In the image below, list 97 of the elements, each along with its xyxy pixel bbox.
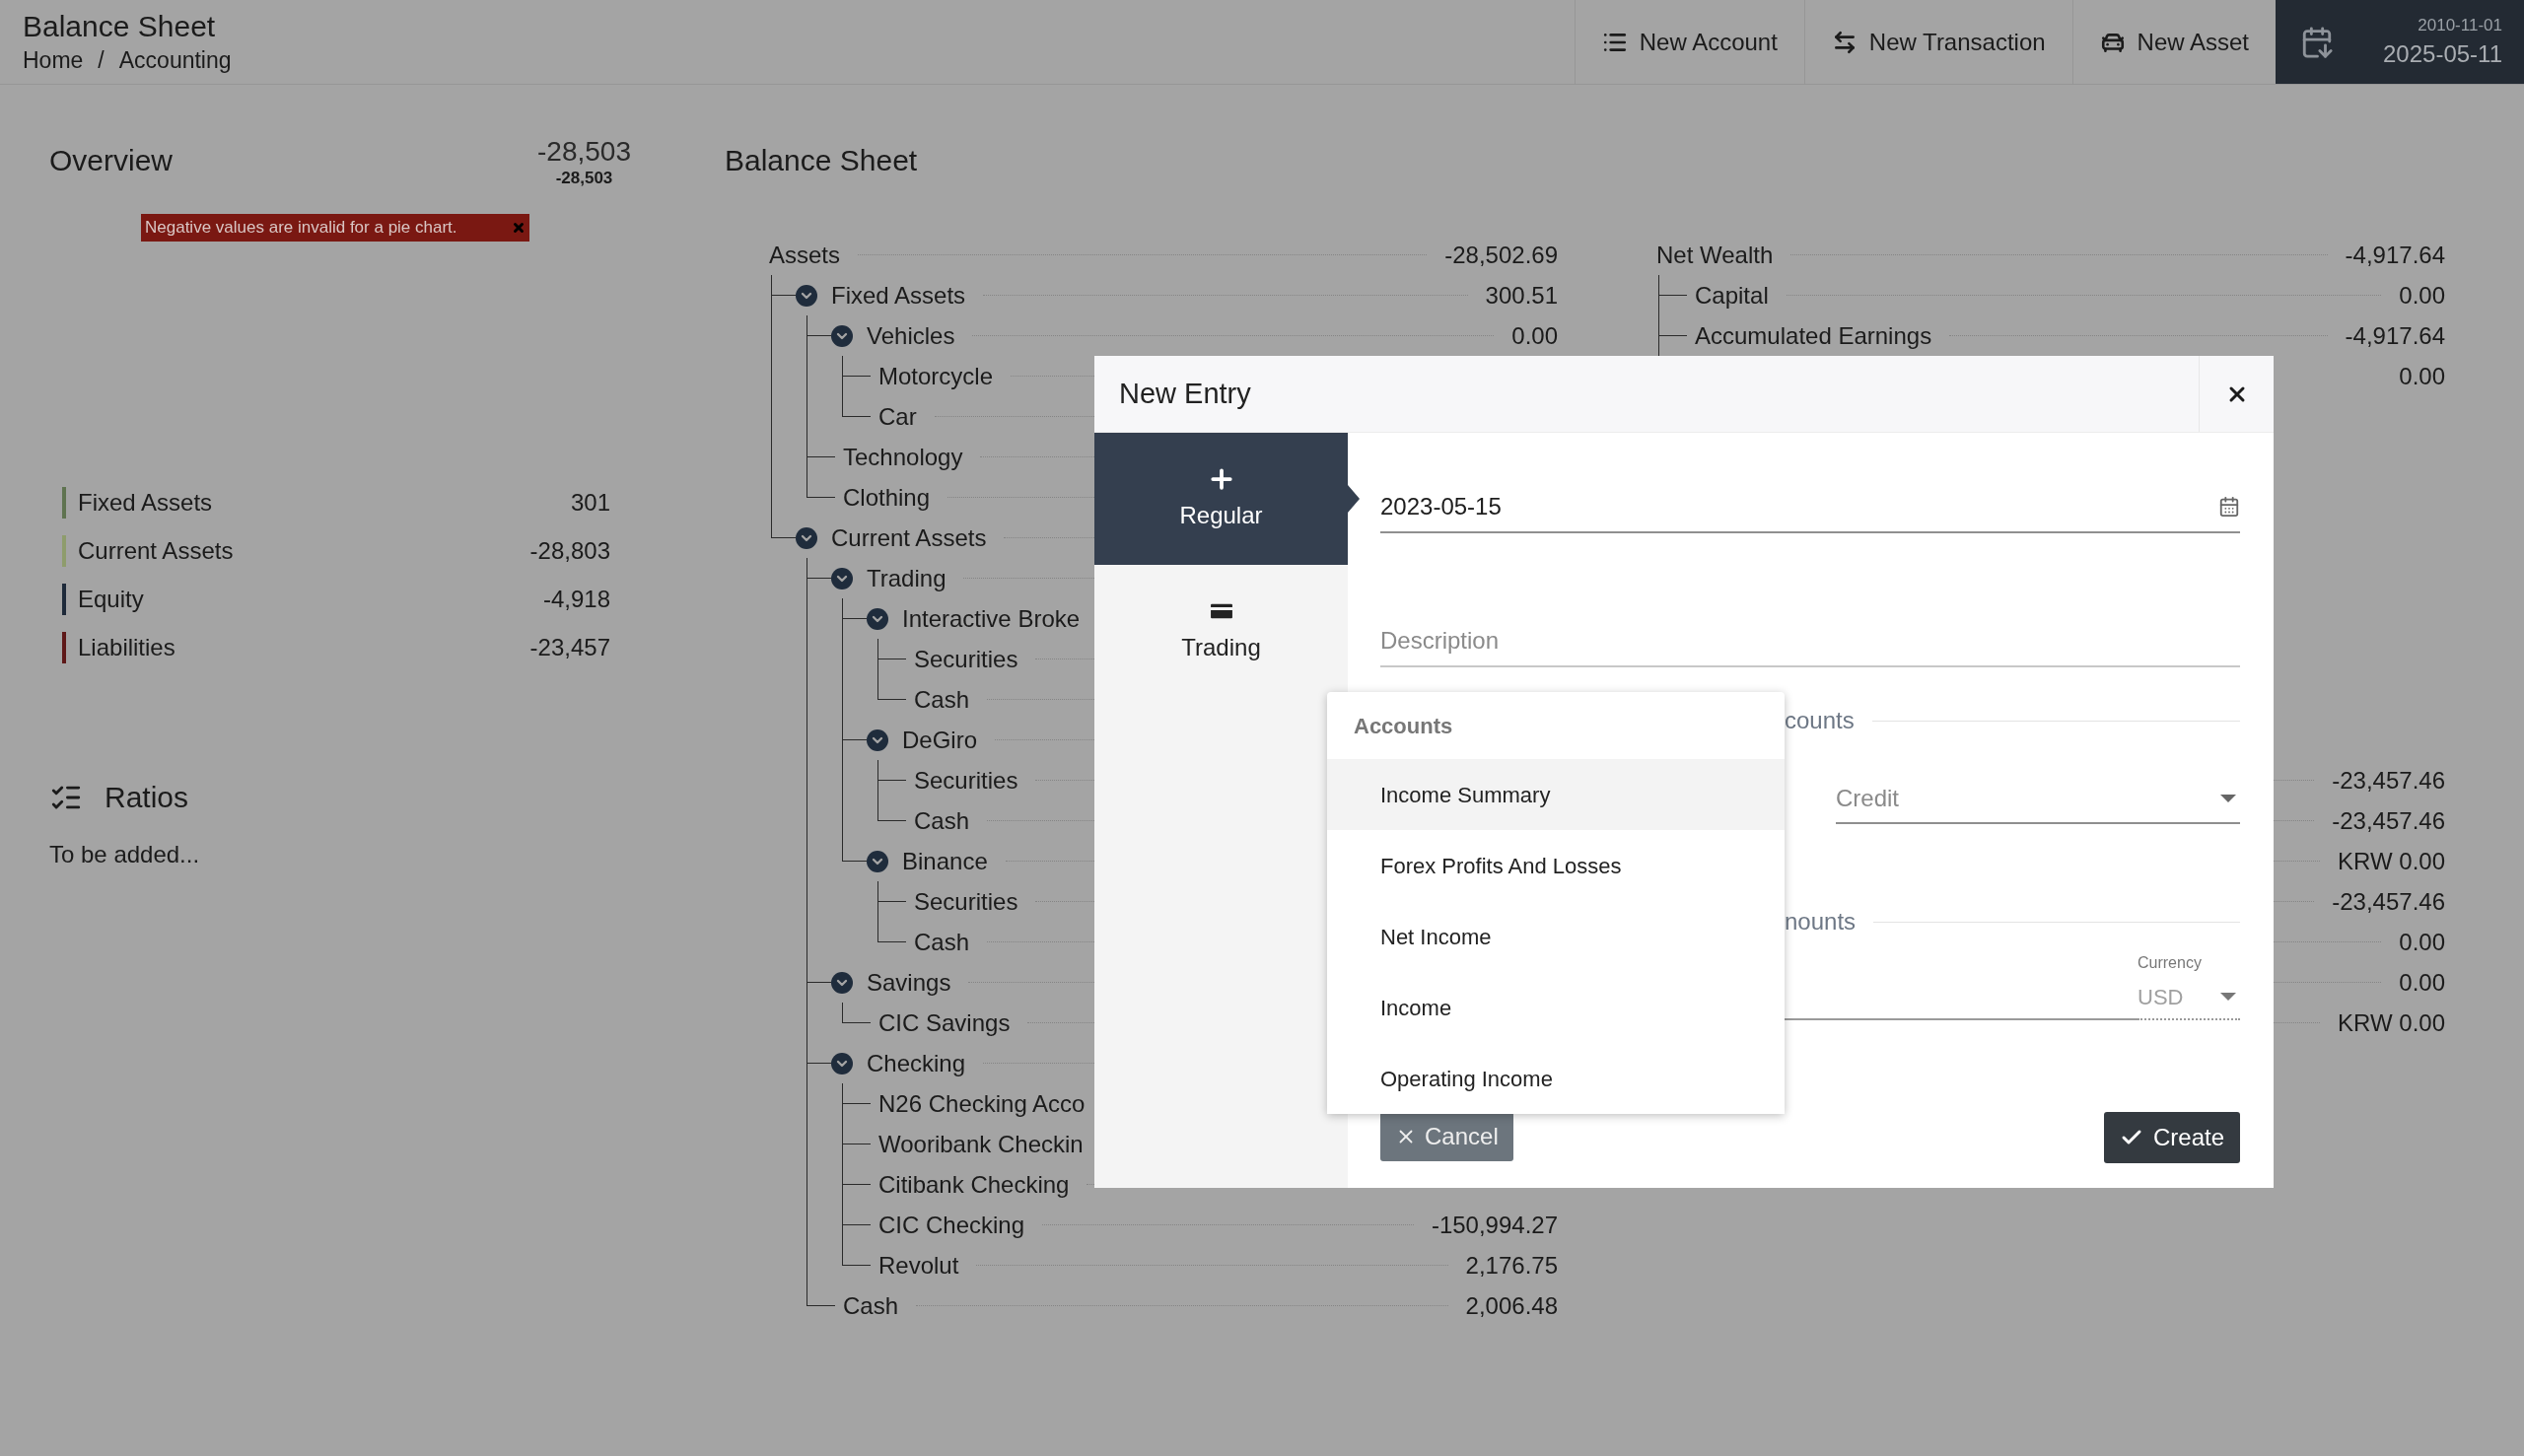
account-name[interactable]: Savings [867, 964, 951, 1001]
account-name[interactable]: Accumulated Earnings [1695, 317, 1932, 354]
breadcrumb-separator: / [98, 46, 105, 75]
calendar-down-icon [2300, 25, 2334, 59]
collapse-toggle-icon[interactable] [796, 526, 817, 549]
toolbar-button[interactable]: New Account [1574, 0, 1804, 84]
account-value: -23,457.46 [2332, 886, 2445, 917]
account-name[interactable]: CIC Savings [878, 1005, 1011, 1041]
currency-select[interactable]: Currency USD [2138, 951, 2240, 1020]
description-field[interactable]: Description [1380, 616, 2240, 667]
legend-value: -4,918 [542, 584, 610, 614]
calendar-icon [2218, 496, 2240, 518]
account-value: -150,994.27 [1431, 1210, 1558, 1240]
account-value: 2,176.75 [1465, 1250, 1558, 1281]
account-value: 0.00 [1511, 320, 1558, 351]
legend-label: Liabilities [78, 632, 176, 662]
account-name[interactable]: Cash [914, 681, 970, 718]
account-value: 0.00 [2399, 361, 2445, 391]
account-name[interactable]: Net Wealth [1656, 237, 1774, 273]
legend-value: -23,457 [529, 632, 610, 662]
date-range-panel[interactable]: 2010-11-01 2025-05-11 [2276, 0, 2524, 84]
account-value: -23,457.46 [2332, 765, 2445, 796]
account-name[interactable]: Interactive Broke [902, 600, 1081, 637]
account-name[interactable]: Checking [867, 1045, 966, 1081]
account-value: -4,917.64 [2345, 240, 2445, 270]
account-name[interactable]: Cash [914, 924, 970, 960]
account-value: -28,502.69 [1444, 240, 1558, 270]
menu-item[interactable]: Forex Profits And Losses [1327, 830, 1785, 901]
collapse-toggle-icon[interactable] [867, 850, 888, 872]
account-name[interactable]: Motorcycle [878, 358, 994, 394]
legend-value: -28,803 [529, 535, 610, 566]
menu-item[interactable]: Net Income [1327, 901, 1785, 972]
account-name[interactable]: Cash [914, 802, 970, 839]
collapse-toggle-icon[interactable] [796, 284, 817, 307]
legend-label: Current Assets [78, 535, 235, 566]
account-name[interactable]: CIC Checking [878, 1207, 1025, 1243]
menu-item[interactable]: Income [1327, 972, 1785, 1043]
account-value: KRW 0.00 [2338, 1007, 2445, 1038]
page-title: Balance Sheet [23, 9, 217, 44]
account-name[interactable]: Securities [914, 762, 1018, 798]
account-name[interactable]: Securities [914, 641, 1018, 677]
collapse-toggle-icon[interactable] [867, 728, 888, 751]
account-value: 300.51 [1485, 280, 1558, 311]
account-value: 0.00 [2399, 927, 2445, 957]
menu-item[interactable]: Operating Income [1327, 1043, 1785, 1114]
breadcrumb-current: Accounting [118, 46, 232, 75]
account-name[interactable]: Cash [843, 1287, 899, 1324]
account-name[interactable]: Binance [902, 843, 988, 879]
account-name[interactable]: Wooribank Checkin [878, 1126, 1084, 1162]
collapse-toggle-icon[interactable] [831, 567, 853, 589]
account-name[interactable]: Car [878, 398, 917, 435]
account-value: KRW 0.00 [2338, 846, 2445, 876]
account-name[interactable]: Revolut [878, 1247, 959, 1283]
total-subvalue: -28,503 [555, 168, 613, 189]
cancel-button[interactable]: Cancel [1380, 1112, 1513, 1161]
section-label: counts [1785, 706, 1855, 735]
account-name[interactable]: Citibank Checking [878, 1166, 1070, 1203]
collapse-toggle-icon[interactable] [867, 607, 888, 630]
account-name[interactable]: Vehicles [867, 317, 955, 354]
account-name[interactable]: Fixed Assets [831, 277, 966, 313]
dialog-title: New Entry [1118, 376, 1252, 411]
toolbar-button[interactable]: New Transaction [1803, 0, 2072, 84]
create-button[interactable]: Create [2103, 1112, 2240, 1163]
collapse-toggle-icon[interactable] [831, 324, 853, 347]
breadcrumb-link[interactable]: Home [23, 45, 84, 75]
account-name[interactable]: Technology [843, 439, 963, 475]
section-title: Balance Sheet [725, 143, 919, 178]
account-value: 0.00 [2399, 280, 2445, 311]
account-name[interactable]: Securities [914, 883, 1018, 920]
section-label: nounts [1785, 907, 1857, 936]
account-value: -23,457.46 [2332, 805, 2445, 836]
date-field[interactable]: 2023-05-15 [1380, 482, 2240, 533]
account-value: -4,917.64 [2345, 320, 2445, 351]
entry-type-tab[interactable]: Regular [1094, 433, 1348, 565]
account-name[interactable]: DeGiro [902, 722, 978, 758]
total-value: -28,503 [537, 136, 631, 168]
account-name[interactable]: Assets [769, 237, 841, 273]
collapse-toggle-icon[interactable] [831, 971, 853, 994]
account-value: 0.00 [2399, 967, 2445, 998]
menu-item[interactable]: Income Summary [1327, 759, 1785, 830]
account-name[interactable]: Clothing [843, 479, 931, 516]
account-name[interactable]: Capital [1695, 277, 1769, 313]
legend-label: Fixed Assets [78, 487, 214, 518]
account-name[interactable]: Trading [867, 560, 946, 596]
menu-group-header: Accounts [1353, 712, 1454, 740]
account-value: 2,006.48 [1465, 1290, 1558, 1321]
account-name[interactable]: Current Assets [831, 520, 987, 556]
end-date: 2025-05-11 [2383, 38, 2502, 69]
placeholder-text: To be added... [49, 840, 201, 869]
collapse-toggle-icon[interactable] [831, 1052, 853, 1075]
section-title: Overview [49, 143, 174, 178]
section-title: Ratios [105, 780, 189, 815]
legend-value: 301 [570, 487, 610, 518]
legend-label: Equity [78, 584, 145, 614]
account-name[interactable]: N26 Checking Acco [878, 1085, 1086, 1122]
start-date: 2010-11-01 [2418, 14, 2502, 36]
error-message: Negative values are invalid for a pie chart. [145, 217, 457, 240]
